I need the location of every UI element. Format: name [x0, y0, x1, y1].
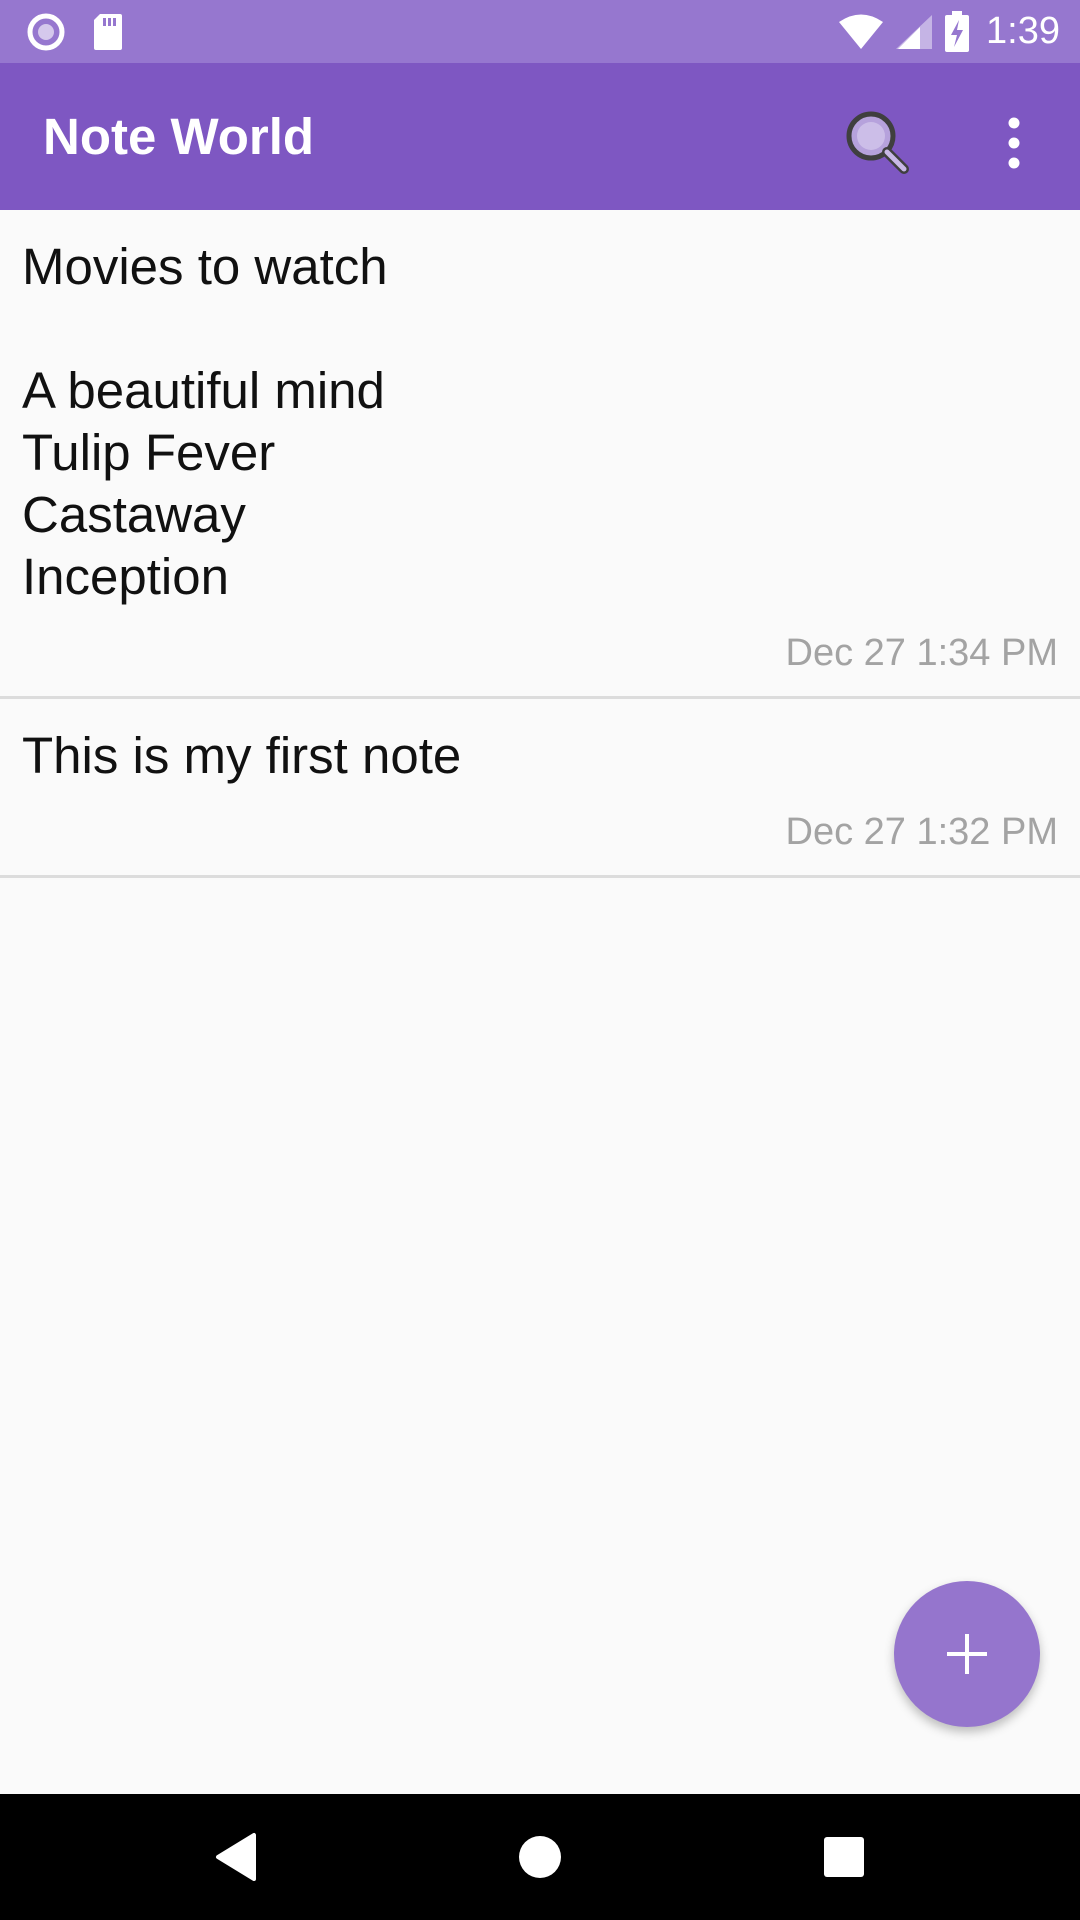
- note-date: Dec 27 1:32 PM: [785, 811, 1058, 853]
- recents-icon: [823, 1836, 865, 1878]
- navigation-bar: [0, 1794, 1080, 1920]
- add-note-button[interactable]: [894, 1581, 1040, 1727]
- notes-list: Movies to watch A beautiful mind Tulip F…: [0, 210, 1080, 878]
- home-button[interactable]: [507, 1824, 573, 1890]
- cell-signal-icon: [894, 13, 934, 51]
- note-date: Dec 27 1:34 PM: [785, 632, 1058, 674]
- search-icon: [838, 103, 922, 187]
- battery-charging-icon: [944, 10, 970, 53]
- sd-card-icon: [92, 12, 124, 52]
- app-title: Note World: [43, 108, 315, 165]
- home-icon: [518, 1835, 562, 1879]
- note-item[interactable]: This is my first note Dec 27 1:32 PM: [0, 699, 1080, 878]
- back-icon: [214, 1832, 258, 1882]
- status-right-icons: 1:39: [838, 0, 1060, 63]
- add-icon: [945, 1632, 989, 1676]
- app-bar: Note World: [0, 63, 1080, 210]
- recents-button[interactable]: [811, 1824, 877, 1890]
- status-time: 1:39: [986, 10, 1060, 52]
- note-text: This is my first note: [22, 727, 462, 784]
- status-bar: 1:39: [0, 0, 1080, 63]
- status-left-icons: [26, 0, 124, 63]
- overflow-menu-button[interactable]: [990, 103, 1038, 187]
- screen: 1:39 Note World Movies to watch A beauti…: [0, 0, 1080, 1920]
- back-button[interactable]: [203, 1824, 269, 1890]
- note-item[interactable]: Movies to watch A beautiful mind Tulip F…: [0, 210, 1080, 699]
- wifi-icon: [838, 13, 884, 51]
- search-button[interactable]: [838, 103, 922, 187]
- record-icon: [26, 12, 66, 52]
- more-vert-icon: [990, 103, 1038, 187]
- note-text: Movies to watch A beautiful mind Tulip F…: [22, 238, 388, 605]
